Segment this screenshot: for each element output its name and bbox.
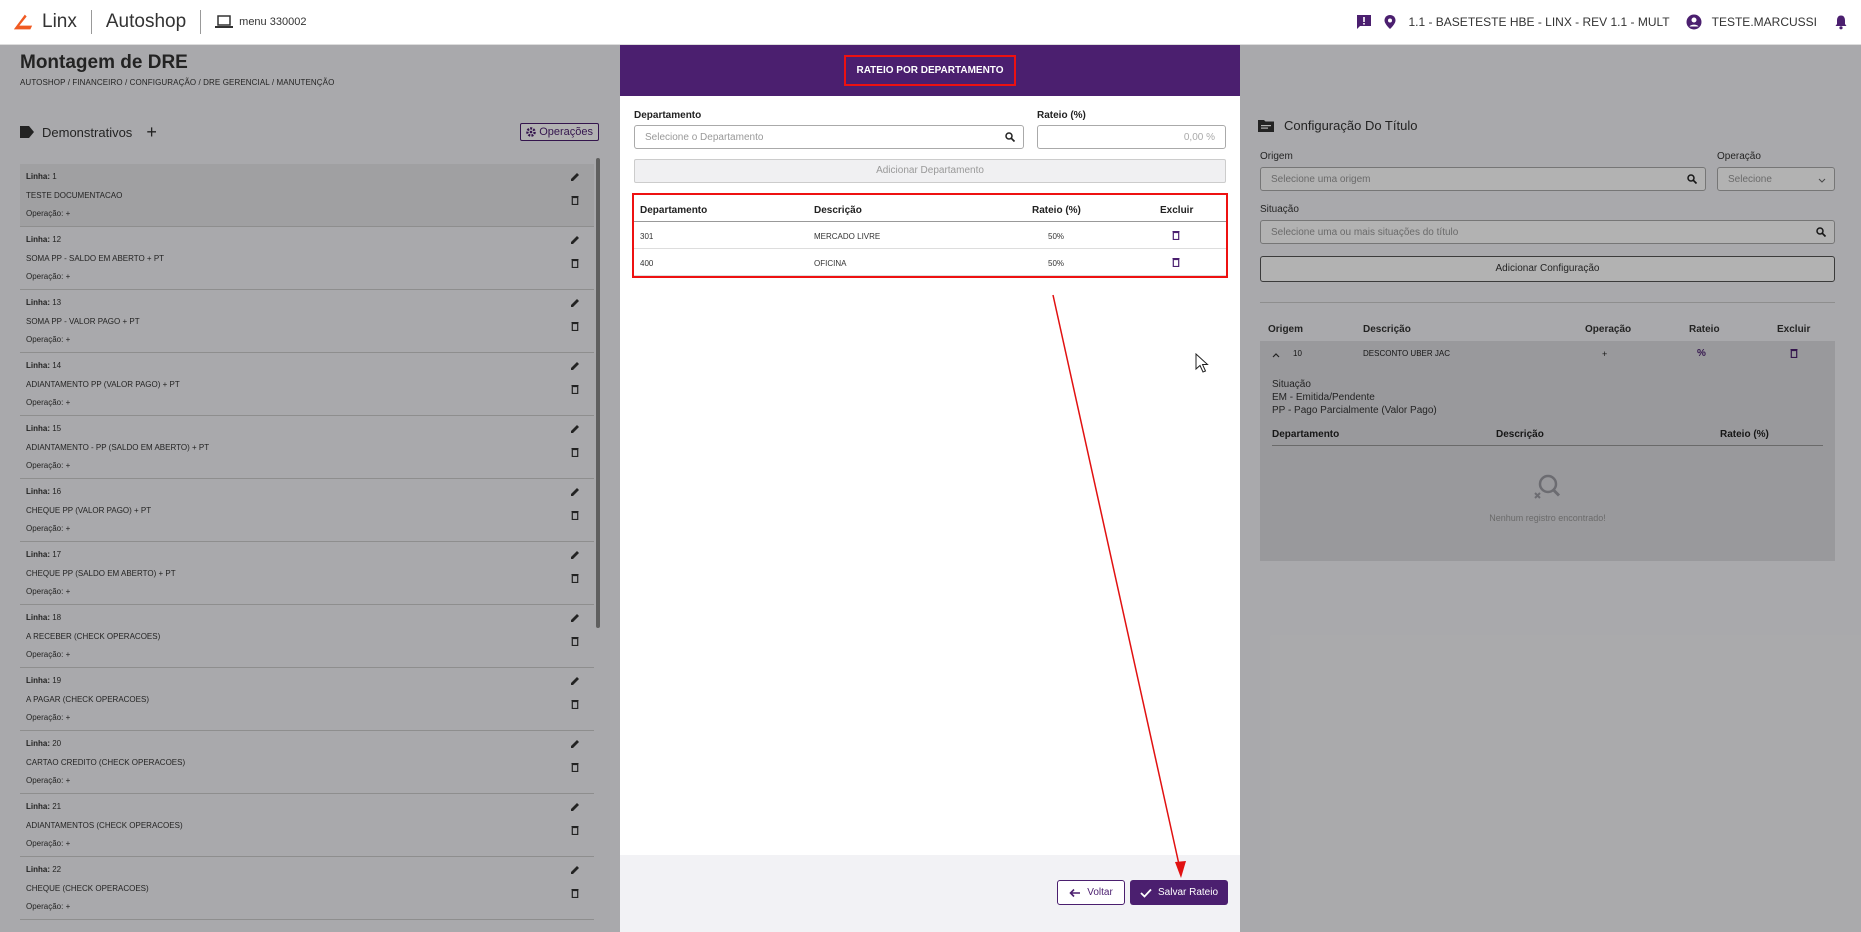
divider: [200, 10, 202, 34]
departamento-label: Departamento: [634, 110, 702, 121]
voltar-button[interactable]: Voltar: [1057, 880, 1125, 905]
col-departamento: Departamento: [640, 205, 708, 216]
row-departamento: 301: [640, 232, 654, 241]
salvar-rateio-button[interactable]: Salvar Rateio: [1130, 880, 1228, 905]
col-descricao: Descrição: [814, 205, 862, 216]
location-pin-icon[interactable]: [1382, 14, 1398, 30]
user-avatar-icon[interactable]: [1686, 14, 1702, 30]
logo[interactable]: Linx Autoshop: [12, 0, 215, 45]
trash-icon[interactable]: [1172, 230, 1180, 240]
table-row: 301 MERCADO LIVRE 50%: [634, 222, 1226, 249]
top-bar: Linx Autoshop menu 330002 1.1 - BASETEST…: [0, 0, 1861, 45]
arrow-left-icon: [1069, 888, 1081, 897]
row-rateio: 50%: [1048, 259, 1065, 268]
table-row: 400 OFICINA 50%: [634, 249, 1226, 276]
departamento-table-header: Departamento Descrição Rateio (%) Exclui…: [634, 195, 1226, 222]
feedback-icon[interactable]: [1356, 14, 1372, 30]
trash-icon[interactable]: [1172, 257, 1180, 267]
search-icon[interactable]: [1005, 132, 1015, 142]
user-name[interactable]: TESTE.MARCUSSI: [1712, 15, 1817, 29]
row-descricao: MERCADO LIVRE: [814, 232, 881, 241]
row-descricao: OFICINA: [814, 259, 847, 268]
bell-icon[interactable]: [1833, 14, 1849, 30]
adicionar-departamento-button[interactable]: Adicionar Departamento: [634, 159, 1226, 183]
salvar-label: Salvar Rateio: [1157, 887, 1219, 898]
menu-ref-text: menu 330002: [239, 16, 307, 28]
company-location[interactable]: 1.1 - BASETESTE HBE - LINX - REV 1.1 - M…: [1408, 15, 1669, 29]
modal-header: RATEIO POR DEPARTAMENTO: [620, 45, 1240, 96]
rateio-input[interactable]: 0,00 %: [1037, 125, 1226, 149]
departamento-table: Departamento Descrição Rateio (%) Exclui…: [632, 193, 1228, 278]
rateio-label: Rateio (%): [1037, 110, 1086, 121]
laptop-icon: [215, 15, 234, 28]
menu-reference[interactable]: menu 330002: [215, 15, 306, 29]
row-departamento: 400: [640, 259, 654, 268]
row-rateio: 50%: [1048, 232, 1065, 241]
linx-logo-icon: [13, 14, 33, 30]
app-name: Autoshop: [105, 11, 187, 32]
departamento-input[interactable]: Selecione o Departamento: [634, 125, 1024, 149]
departamento-placeholder: Selecione o Departamento: [645, 132, 764, 143]
divider: [90, 10, 92, 34]
check-icon: [1140, 888, 1152, 898]
voltar-label: Voltar: [1087, 887, 1113, 898]
rateio-placeholder: 0,00 %: [1183, 132, 1215, 143]
mouse-cursor-icon: [1195, 353, 1209, 373]
modal-title: RATEIO POR DEPARTAMENTO: [844, 55, 1016, 86]
top-right-area: 1.1 - BASETESTE HBE - LINX - REV 1.1 - M…: [1356, 14, 1849, 30]
brand-name: Linx: [42, 11, 77, 32]
col-rateio: Rateio (%): [1032, 205, 1081, 216]
col-excluir: Excluir: [1160, 205, 1194, 216]
rateio-modal: RATEIO POR DEPARTAMENTO Departamento Rat…: [620, 45, 1240, 932]
